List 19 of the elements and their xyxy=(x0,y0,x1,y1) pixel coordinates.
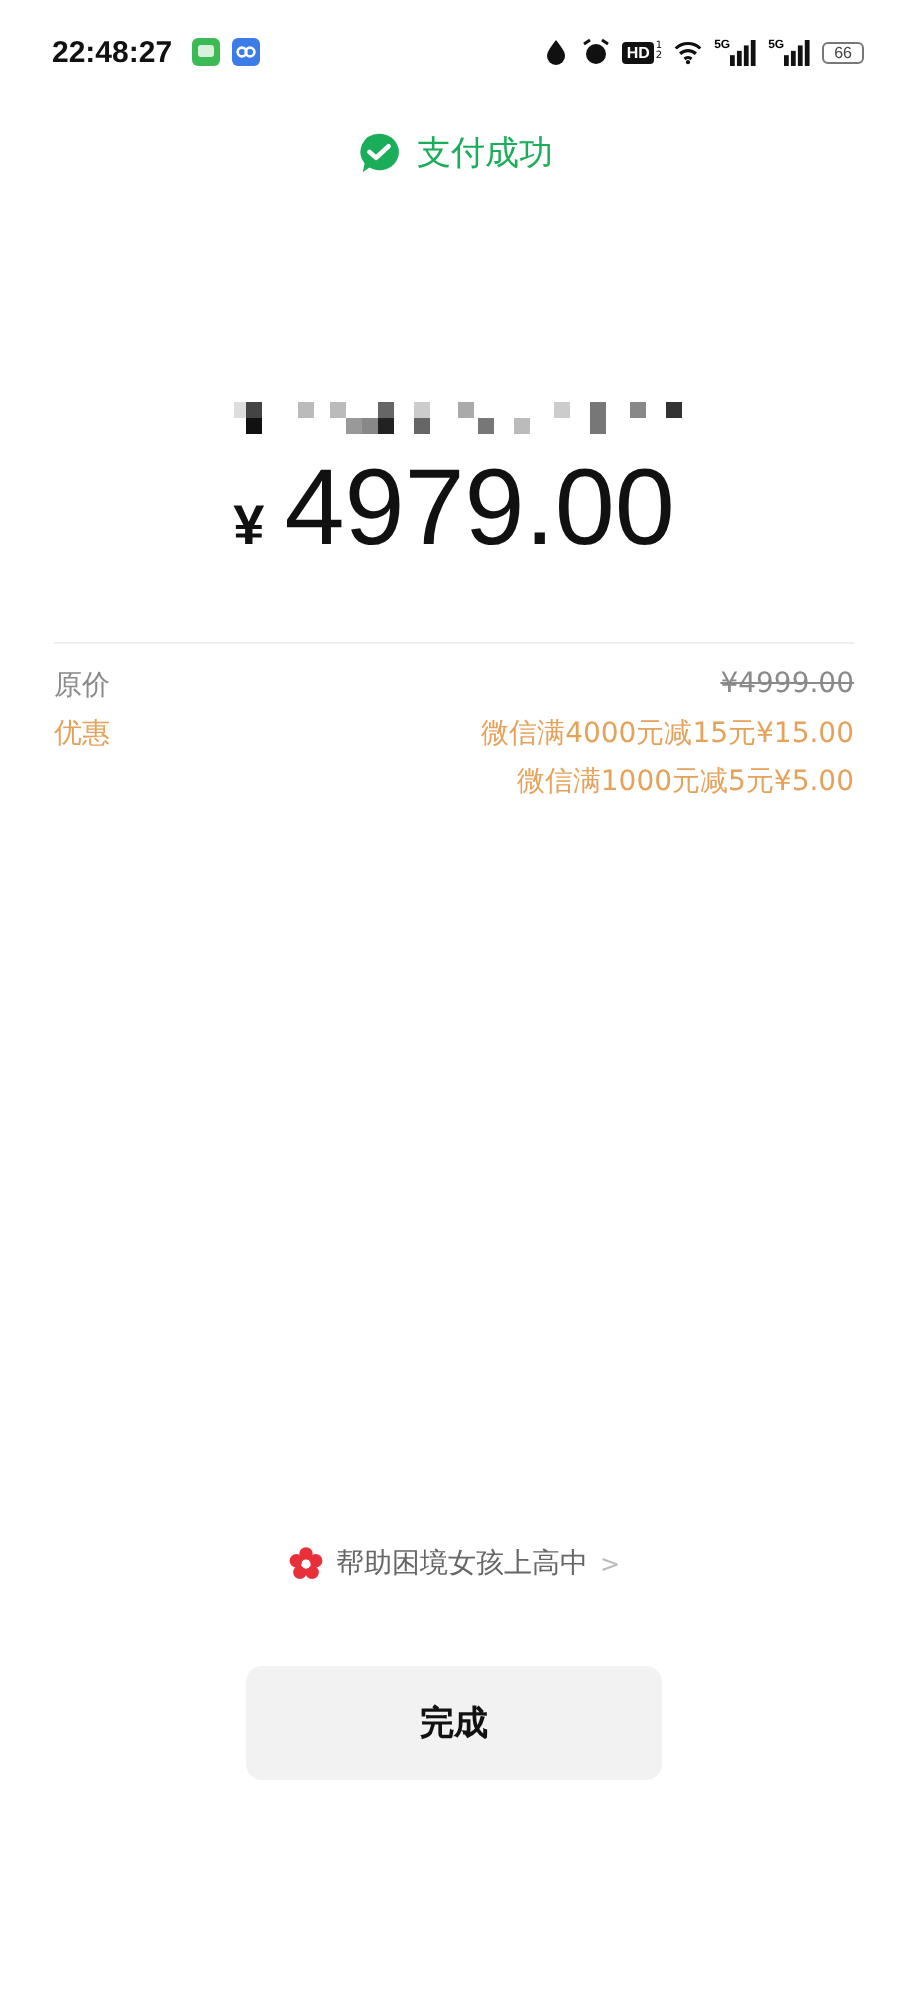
app-icon xyxy=(232,38,261,66)
check-bubble-icon xyxy=(355,130,401,176)
status-time: 22:48:27 xyxy=(52,35,173,69)
drop-icon xyxy=(542,38,571,66)
charity-link[interactable]: 帮助困境女孩上高中 > xyxy=(287,1546,621,1582)
detail-value: ¥4999.00 xyxy=(720,668,854,700)
message-app-icon xyxy=(192,38,221,66)
flower-icon xyxy=(287,1546,324,1582)
done-button[interactable]: 完成 xyxy=(246,1666,662,1780)
detail-value: 微信满4000元减15元¥15.00 xyxy=(481,716,854,752)
detail-label: 原价 xyxy=(54,668,110,704)
payment-success-title: 支付成功 xyxy=(417,132,553,176)
alarm-icon xyxy=(582,38,611,66)
detail-value: 微信满1000元减5元¥5.00 xyxy=(516,764,854,800)
wifi-icon xyxy=(674,38,703,66)
detail-label: 优惠 xyxy=(54,716,110,752)
currency-symbol: ¥ xyxy=(233,494,265,558)
battery-indicator: 66 xyxy=(822,41,864,63)
payment-amount: 4979.00 xyxy=(284,446,675,570)
